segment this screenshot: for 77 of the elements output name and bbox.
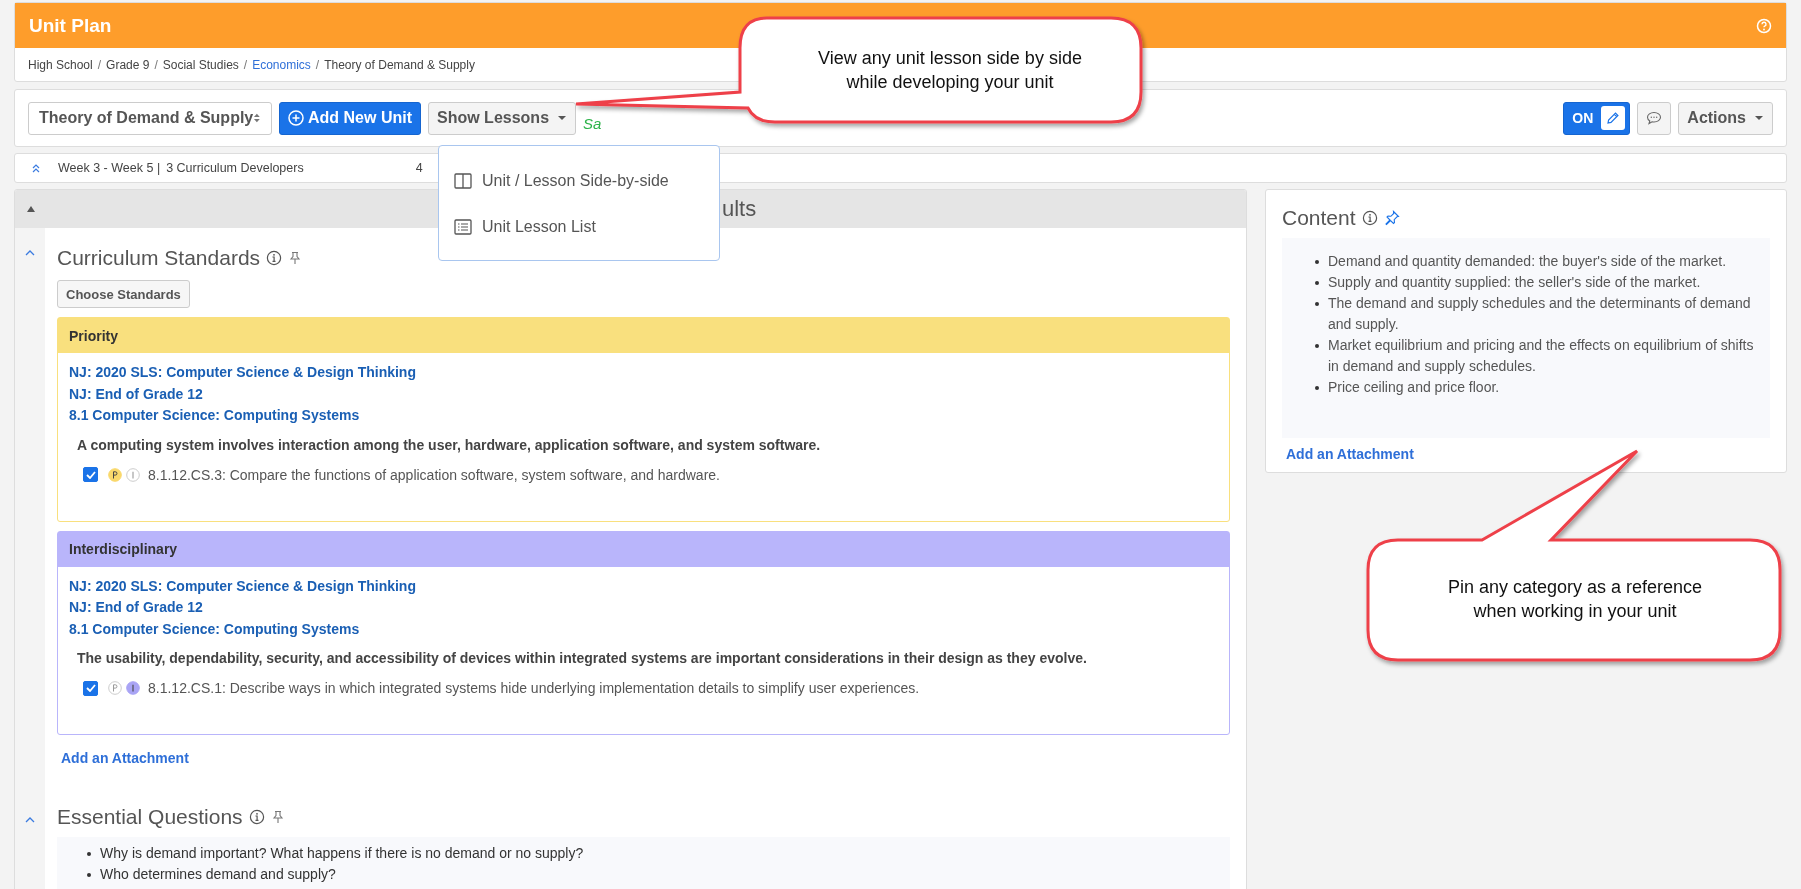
question-text: Who determines demand and supply?: [100, 865, 336, 884]
edit-toggle[interactable]: ON: [1563, 101, 1631, 135]
page-title: Unit Plan: [29, 14, 112, 37]
breadcrumb-separator: /: [315, 57, 320, 72]
standard-link[interactable]: 8.1 Computer Science: Computing Systems: [69, 618, 360, 640]
unit-select[interactable]: Theory of Demand & Supply: [28, 101, 272, 135]
content-item: Demand and quantity demanded: the buyer's side of the market.: [1328, 252, 1727, 271]
collapse-icon[interactable]: [31, 163, 41, 173]
comment-button[interactable]: [1637, 101, 1672, 135]
standard-link[interactable]: NJ: End of Grade 12: [69, 383, 203, 405]
pin-icon[interactable]: [1383, 210, 1400, 226]
caret-icon: [1754, 115, 1764, 121]
columns-icon: [454, 173, 472, 189]
info-icon[interactable]: [266, 250, 283, 266]
caret-icon: [557, 115, 568, 121]
info-icon[interactable]: [1361, 210, 1378, 226]
bullet-icon: [1315, 281, 1319, 285]
breadcrumb-item: Social Studies: [162, 57, 239, 72]
chevron-icon[interactable]: [25, 817, 35, 823]
collapse-icon[interactable]: [26, 205, 36, 213]
info-icon[interactable]: [248, 809, 265, 825]
pin-icon[interactable]: [288, 251, 303, 265]
speech-bubble-icon: [1646, 111, 1663, 125]
breadcrumb-separator: /: [154, 57, 158, 72]
week-range: Week 3 - Week 5 |: [58, 161, 161, 175]
pin-icon[interactable]: [270, 810, 285, 824]
section-title: Essential Questions: [57, 805, 243, 829]
actions-button[interactable]: Actions: [1678, 101, 1773, 135]
content-item: Market equilibrium and pricing and the effects on equilibrium of shifts in demand and supply schedules.: [1328, 336, 1754, 376]
content-item: Price ceiling and price floor.: [1328, 378, 1500, 397]
add-attachment-link[interactable]: Add an Attachment: [61, 750, 189, 766]
chevron-icon[interactable]: [25, 250, 35, 256]
group-title: Priority: [69, 327, 118, 344]
menu-item[interactable]: Unit / Lesson Side-by-side: [439, 158, 719, 204]
bullet-icon: [1315, 260, 1319, 264]
breadcrumb-item: Theory of Demand & Supply: [324, 57, 475, 72]
checkbox[interactable]: [83, 680, 98, 696]
callout-text: View any unit lesson side by side while developing your unit: [817, 47, 1083, 94]
standard-description: The usability, dependability, security, and accessibility of devices within integrated systems are important considerations in their design as they evolve.: [77, 650, 1088, 666]
stage-title: ults: [722, 196, 757, 222]
standard-link[interactable]: NJ: End of Grade 12: [69, 597, 203, 619]
saved-status: Sa: [583, 114, 602, 132]
standard-link[interactable]: NJ: 2020 SLS: Computer Science & Design Thinking: [69, 362, 416, 384]
add-unit-button[interactable]: Add New Unit: [279, 101, 421, 135]
breadcrumb-item: Grade 9: [106, 57, 150, 72]
plus-circle-icon: [288, 110, 304, 126]
pencil-icon: [1601, 106, 1626, 130]
info-text: 4: [415, 161, 423, 175]
choose-standards-button[interactable]: Choose Standards: [57, 280, 190, 308]
standard-link[interactable]: 8.1 Computer Science: Computing Systems: [69, 405, 360, 427]
bullet-icon: [87, 873, 91, 877]
breadcrumb-separator: /: [243, 57, 248, 72]
standard-description: A computing system involves interaction among the user, hardware, application software, and system software.: [77, 436, 822, 453]
standard-text: 8.1.12.CS.1: Describe ways in which integrated systems hide underlying implementation details to simplify user experiences.: [148, 680, 920, 696]
bullet-icon: [87, 852, 91, 856]
bullet-icon: [1315, 344, 1319, 348]
group-title: Interdisciplinary: [69, 541, 178, 557]
breadcrumb-item[interactable]: Economics: [252, 57, 311, 72]
callout-text: Pin any category as a reference when working in your unit: [1446, 576, 1704, 623]
list-icon: [454, 219, 472, 235]
sort-arrows-icon: [253, 112, 261, 124]
breadcrumb-separator: /: [97, 57, 102, 72]
show-lessons-button[interactable]: Show Lessons: [428, 101, 577, 135]
bullet-icon: [1315, 386, 1319, 390]
menu-item[interactable]: Unit Lesson List: [439, 204, 719, 250]
developers-count: 3 Curriculum Developers: [166, 161, 304, 175]
content-item: The demand and supply schedules and the determinants of demand and supply.: [1328, 294, 1752, 334]
standard-text: 8.1.12.CS.3: Compare the functions of application software, system software, and hardware.: [148, 466, 720, 483]
breadcrumb-item: High School: [28, 57, 93, 72]
add-attachment-link[interactable]: Add an Attachment: [1286, 446, 1414, 462]
standard-link[interactable]: NJ: 2020 SLS: Computer Science & Design Thinking: [69, 575, 416, 597]
bullet-icon: [1315, 302, 1319, 306]
question-text: Why is demand important? What happens if there is no demand or no supply?: [100, 844, 584, 863]
checkbox[interactable]: [83, 467, 98, 482]
card-title: Content: [1282, 206, 1356, 230]
section-title: Curriculum Standards: [57, 246, 261, 270]
content-item: Supply and quantity supplied: the seller's side of the market.: [1328, 273, 1701, 292]
